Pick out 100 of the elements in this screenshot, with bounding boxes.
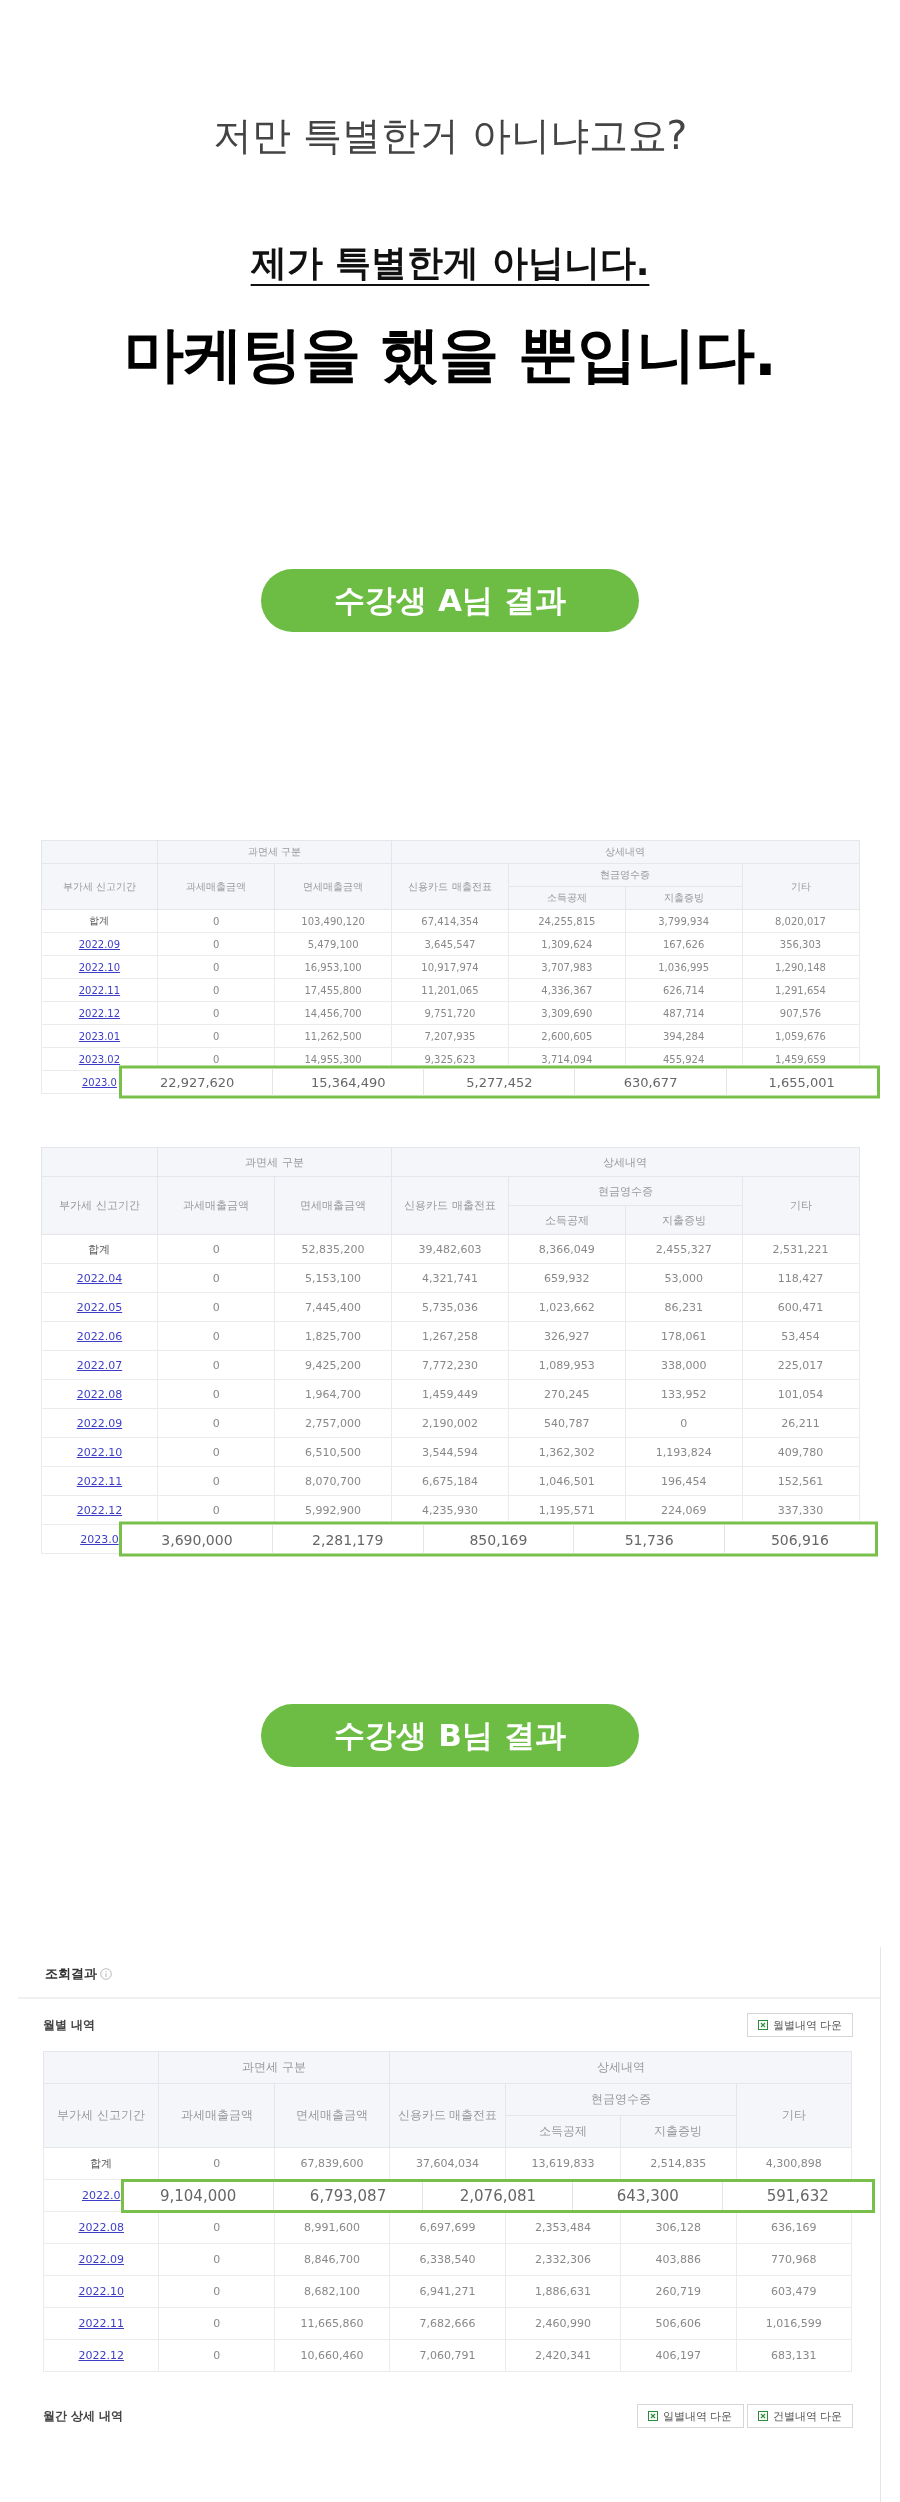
period-link[interactable]: 2022.11: [76, 1474, 123, 1488]
table-cell: 1,089,953: [508, 1350, 626, 1380]
column-header: 과면세 구분: [157, 840, 392, 864]
table-cell: 1,036,995: [625, 955, 743, 979]
table-cell: 118,427: [742, 1263, 859, 1293]
spreadsheet-icon: [757, 2411, 768, 2421]
table-cell: 11,201,065: [391, 978, 509, 1002]
period-link[interactable]: 2022.08: [78, 2221, 124, 2234]
table-cell: 2,332,306: [505, 2243, 621, 2276]
period-link[interactable]: 2022.11: [78, 2317, 124, 2330]
period-link[interactable]: 2022.12: [78, 1007, 121, 1019]
period-link[interactable]: 2023.01: [78, 1030, 121, 1042]
table-cell: 4,336,367: [508, 978, 626, 1002]
period-link[interactable]: 2022.05: [76, 1300, 123, 1314]
headline-emphasis: 마케팅을 했을 뿐입니다.: [124, 318, 776, 391]
period-link[interactable]: 2022.12: [76, 1503, 123, 1517]
table-cell: 659,932: [508, 1263, 626, 1293]
table-cell: 53,000: [625, 1263, 743, 1293]
column-header: 소득공제: [505, 2115, 621, 2148]
table-cell: 9,425,200: [274, 1350, 392, 1380]
section-title: 월간 상세 내역: [43, 2407, 124, 2425]
highlight-value: 5,277,452: [423, 1068, 575, 1096]
table-cell: 626,714: [625, 978, 743, 1002]
column-header: 신용카드 매출전표: [389, 2083, 506, 2148]
table-cell: 5,479,100: [274, 932, 392, 956]
table-cell: 39,482,603: [391, 1234, 509, 1264]
table-cell: 7,772,230: [391, 1350, 509, 1380]
period-link[interactable]: 2022.04: [76, 1271, 123, 1285]
period-link[interactable]: 2022.07: [76, 1358, 123, 1372]
period-link[interactable]: 2022.10: [78, 2285, 124, 2298]
table-cell: 1,267,258: [391, 1321, 509, 1351]
column-header: 현금영수증: [508, 1176, 743, 1206]
highlight-value: 591,632: [722, 2181, 873, 2210]
table-cell: 3,707,983: [508, 955, 626, 979]
table-cell: 0: [157, 955, 275, 979]
period-link[interactable]: 2022.09: [76, 1416, 123, 1430]
period-link[interactable]: 2022.0: [81, 2189, 121, 2202]
headline-question: 저만 특별한거 아니냐고요?: [212, 112, 688, 160]
highlight-value: 2,076,081: [422, 2181, 573, 2210]
table-cell: 506,606: [620, 2307, 737, 2340]
column-header: 상세내역: [391, 840, 859, 864]
table-cell: 2,531,221: [742, 1234, 859, 1264]
table-cell: 26,211: [742, 1408, 859, 1438]
download-button[interactable]: 일별내역 다운: [637, 2404, 744, 2428]
table-cell: 4,321,741: [391, 1263, 509, 1293]
table-cell: 1,046,501: [508, 1466, 626, 1496]
period-link[interactable]: 2022.09: [78, 2253, 124, 2266]
period-link[interactable]: 2022.09: [78, 938, 121, 950]
column-header: 현금영수증: [508, 863, 743, 887]
table-cell: 409,780: [742, 1437, 859, 1467]
table-cell: 0: [157, 1321, 275, 1351]
column-header: 지출증빙: [620, 2115, 737, 2148]
download-button[interactable]: 건별내역 다운: [746, 2404, 853, 2428]
table-cell: 2,353,484: [505, 2211, 621, 2244]
table-cell: 0: [158, 2275, 275, 2308]
download-button[interactable]: 월별내역 다운: [746, 2013, 853, 2037]
spreadsheet-icon: [648, 2411, 658, 2421]
info-icon[interactable]: [100, 1968, 112, 1980]
highlight-value: 1,655,001: [725, 1068, 877, 1096]
table-cell: 0: [157, 932, 275, 956]
table-cell: 2,455,327: [625, 1234, 743, 1264]
period-link[interactable]: 2022.08: [76, 1387, 123, 1401]
result-badge: 수강생 B님 결과: [261, 1704, 639, 1767]
table-cell: 1,459,449: [391, 1379, 509, 1409]
period-link[interactable]: 2022.10: [78, 961, 121, 973]
period-link[interactable]: 2022.10: [76, 1445, 123, 1459]
table-cell: 260,719: [620, 2275, 737, 2308]
period-link[interactable]: 2022.11: [78, 984, 121, 996]
table-cell: 394,284: [625, 1024, 743, 1048]
period-link[interactable]: 2023.0: [81, 1076, 117, 1088]
table-cell: 770,968: [736, 2243, 852, 2276]
table-cell: 6,697,699: [389, 2211, 506, 2244]
table-cell: 0: [157, 978, 275, 1002]
table-cell: 7,445,400: [274, 1292, 392, 1322]
table-cell: 16,953,100: [274, 955, 392, 979]
column-header: 과세매출금액: [157, 1176, 275, 1235]
column-header: 부가세 신고기간: [43, 2083, 159, 2148]
period-link[interactable]: 2023.02: [78, 1053, 121, 1065]
table-cell: 101,054: [742, 1379, 859, 1409]
period-link[interactable]: 2023.0: [80, 1532, 119, 1546]
table-cell: 178,061: [625, 1321, 743, 1351]
table-cell: 0: [157, 1292, 275, 1322]
table-cell: 2,460,990: [505, 2307, 621, 2340]
table-cell: 8,846,700: [274, 2243, 390, 2276]
table-cell: 9,751,720: [391, 1001, 509, 1025]
highlight-value: 3,690,000: [160, 1530, 234, 1549]
table-cell: 1,016,599: [736, 2307, 852, 2340]
panel-title: 조회결과: [45, 1965, 97, 1983]
table-cell: 0: [157, 1001, 275, 1025]
column-header: 부가세 신고기간: [41, 863, 158, 910]
column-header: 면세매출금액: [274, 1176, 392, 1235]
period-link[interactable]: 2022.06: [76, 1329, 123, 1343]
table-cell: 2,600,605: [508, 1024, 626, 1048]
column-header: 과세매출금액: [158, 2083, 275, 2148]
highlight-value: 15,364,490: [272, 1068, 424, 1096]
table-cell: 270,245: [508, 1379, 626, 1409]
table-cell: 0: [157, 1234, 275, 1264]
period-link[interactable]: 2022.12: [78, 2349, 124, 2362]
table-cell: 3,799,934: [625, 909, 743, 933]
table-cell: 1,023,662: [508, 1292, 626, 1322]
